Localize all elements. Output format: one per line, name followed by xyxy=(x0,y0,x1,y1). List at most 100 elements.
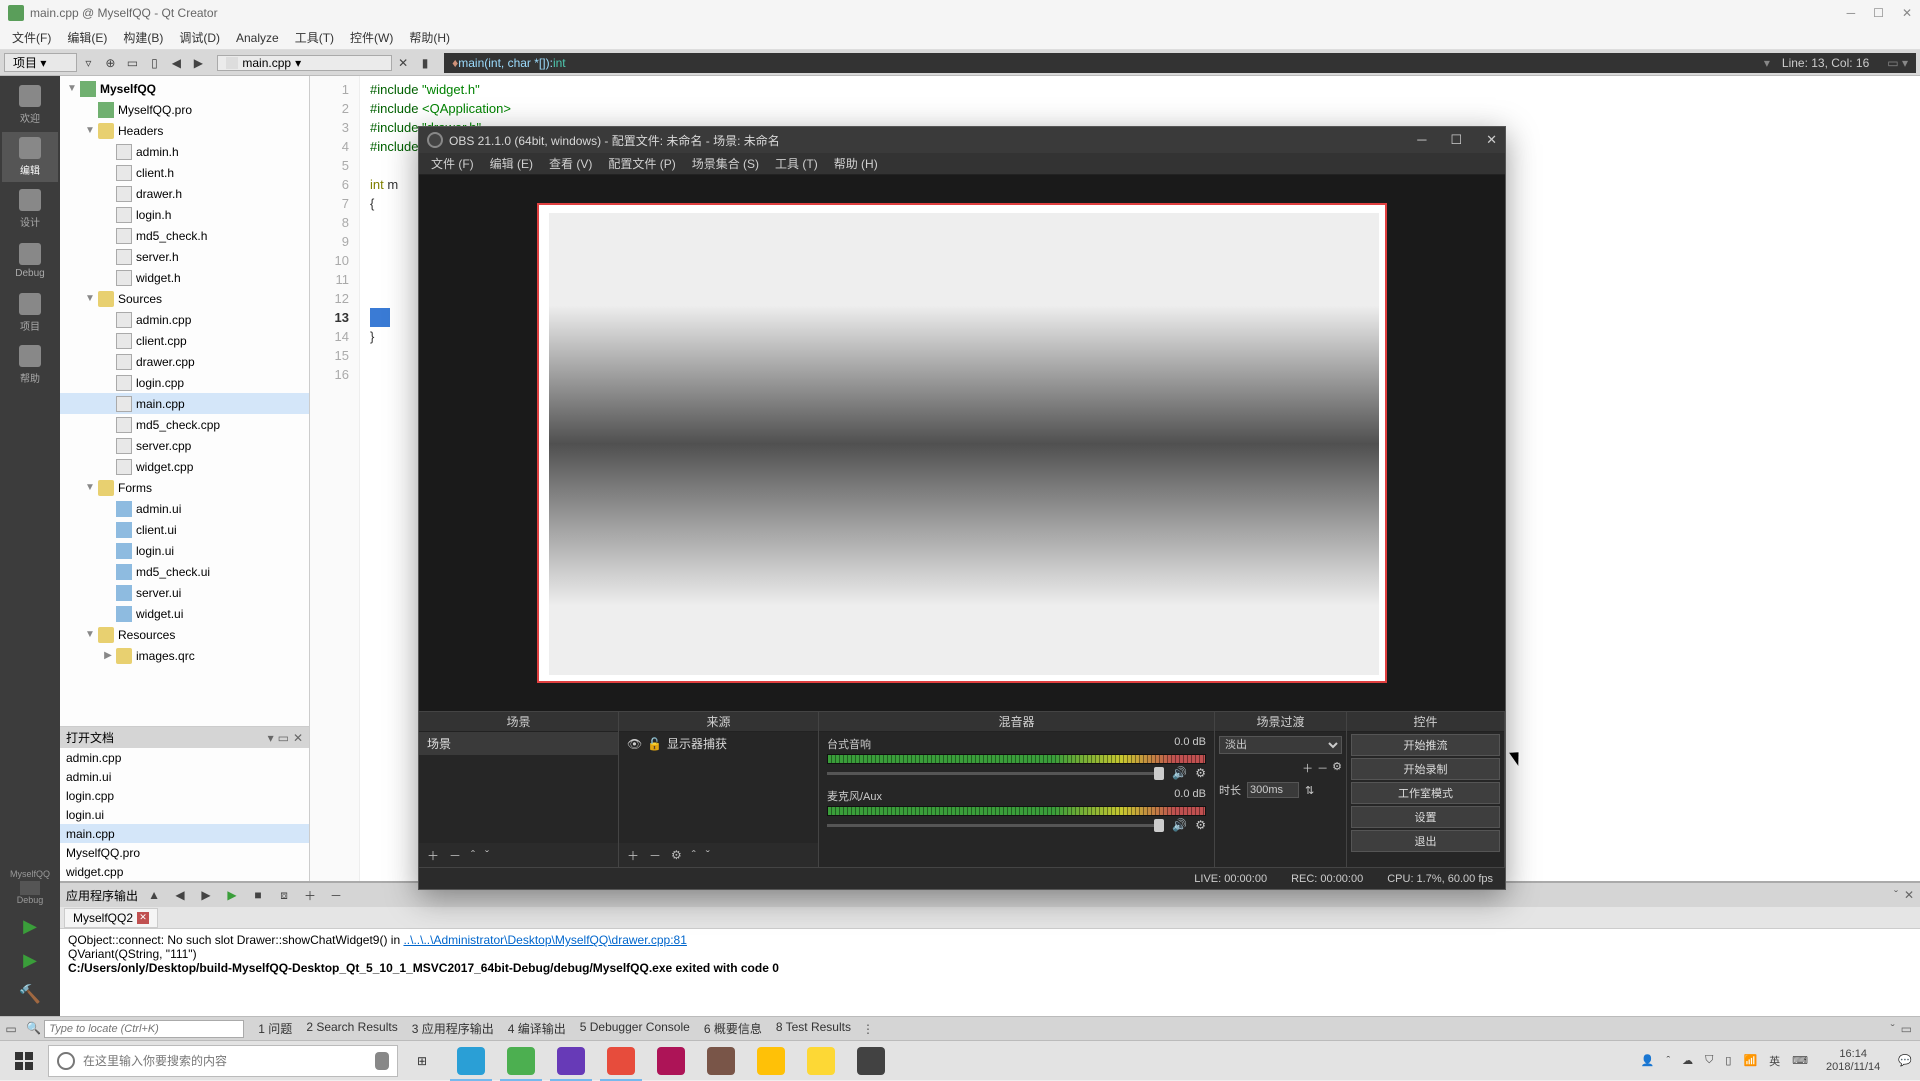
open-doc-item[interactable]: MyselfQQ.pro xyxy=(60,843,309,862)
split-icon[interactable]: ▭ xyxy=(278,731,289,745)
add-icon[interactable]: ＋ xyxy=(627,847,639,864)
output-tab[interactable]: MyselfQQ2 ✕ xyxy=(64,908,158,928)
next-icon[interactable]: ▶ xyxy=(196,886,216,904)
close-status-icon[interactable]: ▭ xyxy=(1901,1022,1912,1036)
control-button[interactable]: 退出 xyxy=(1351,830,1500,852)
menu-item[interactable]: 帮助 (H) xyxy=(826,155,886,172)
open-doc-item[interactable]: admin.ui xyxy=(60,767,309,786)
minus-icon[interactable]: － xyxy=(326,886,346,904)
open-doc-item[interactable]: login.ui xyxy=(60,805,309,824)
tree-item[interactable]: ▼Sources xyxy=(60,288,309,309)
control-button[interactable]: 开始录制 xyxy=(1351,758,1500,780)
obs-preview[interactable] xyxy=(419,175,1505,711)
close-tab-icon[interactable]: ✕ xyxy=(137,912,149,924)
taskbar-app[interactable] xyxy=(646,1041,696,1081)
tree-item[interactable]: md5_check.cpp xyxy=(60,414,309,435)
build-target[interactable]: MyselfQQDebug xyxy=(2,866,58,906)
speaker-icon[interactable]: 🔊 xyxy=(1172,766,1187,780)
status-tab[interactable]: 6 概要信息 xyxy=(698,1020,768,1037)
taskbar-app[interactable] xyxy=(696,1041,746,1081)
attach-icon[interactable]: ⧈ xyxy=(274,886,294,904)
remove-icon[interactable]: － xyxy=(449,847,461,864)
tree-item[interactable]: widget.ui xyxy=(60,603,309,624)
eye-icon[interactable]: 👁 xyxy=(627,737,641,751)
control-button[interactable]: 工作室模式 xyxy=(1351,782,1500,804)
speaker-icon[interactable]: 🔊 xyxy=(1172,818,1187,832)
tree-item[interactable]: MyselfQQ.pro xyxy=(60,99,309,120)
file-selector[interactable]: main.cpp ▾ xyxy=(217,55,392,71)
down-icon[interactable]: ˇ xyxy=(706,848,710,862)
maximize-button[interactable]: ☐ xyxy=(1873,6,1884,20)
preview-canvas[interactable] xyxy=(537,203,1387,683)
lock-icon[interactable]: 🔓 xyxy=(647,737,661,751)
tray-ime[interactable]: 英 xyxy=(1769,1053,1780,1069)
filter-icon[interactable]: ▿ xyxy=(77,53,99,73)
mode-项目[interactable]: 项目 xyxy=(2,288,58,338)
duration-input[interactable] xyxy=(1247,782,1299,798)
open-doc-item[interactable]: widget.cpp xyxy=(60,862,309,881)
menu-item[interactable]: 编辑 (E) xyxy=(482,155,541,172)
tray-people-icon[interactable]: 👤 xyxy=(1641,1054,1655,1067)
taskbar-clock[interactable]: 16:14 2018/11/14 xyxy=(1820,1048,1886,1074)
volume-slider[interactable] xyxy=(1154,767,1164,780)
mode-Debug[interactable]: Debug xyxy=(2,236,58,286)
menu-item[interactable]: 帮助(H) xyxy=(401,29,458,46)
menu-item[interactable]: Analyze xyxy=(228,31,287,45)
status-tab[interactable]: 1 问题 xyxy=(252,1020,298,1037)
gear-icon[interactable]: ⚙ xyxy=(671,848,682,862)
status-tab[interactable]: 5 Debugger Console xyxy=(574,1020,696,1037)
up-icon[interactable]: ˆ xyxy=(471,848,475,862)
gear-icon[interactable]: ⚙ xyxy=(1195,766,1206,780)
tree-item[interactable]: md5_check.ui xyxy=(60,561,309,582)
tray-wifi-icon[interactable]: 📶 xyxy=(1743,1054,1757,1067)
close-button[interactable]: ✕ xyxy=(1902,6,1912,20)
tree-item[interactable]: client.ui xyxy=(60,519,309,540)
tree-item[interactable]: client.h xyxy=(60,162,309,183)
symbol-selector[interactable]: ♦ main(int, char *[]): int ▾ Line: 13, C… xyxy=(444,53,1916,73)
open-doc-item[interactable]: login.cpp xyxy=(60,786,309,805)
tray-battery-icon[interactable]: ▯ xyxy=(1725,1054,1731,1067)
status-tab[interactable]: 3 应用程序输出 xyxy=(406,1020,500,1037)
sidebar-toggle-icon[interactable]: ▭ xyxy=(2,1020,20,1038)
tree-item[interactable]: drawer.cpp xyxy=(60,351,309,372)
bookmark-icon[interactable]: ▮ xyxy=(414,53,436,73)
start-button[interactable] xyxy=(0,1041,48,1081)
tree-item[interactable]: server.h xyxy=(60,246,309,267)
tree-item[interactable]: client.cpp xyxy=(60,330,309,351)
tray-shield-icon[interactable]: ⛉ xyxy=(1705,1054,1713,1067)
tree-item[interactable]: server.ui xyxy=(60,582,309,603)
tray-cloud-icon[interactable]: ☁ xyxy=(1682,1054,1693,1067)
collapse-icon[interactable]: ˇ xyxy=(1894,888,1898,902)
volume-slider[interactable] xyxy=(1154,819,1164,832)
minimize-button[interactable]: ─ xyxy=(1847,6,1856,20)
tree-item[interactable]: admin.h xyxy=(60,141,309,162)
taskbar-search[interactable]: 在这里输入你要搜索的内容 xyxy=(48,1045,398,1077)
taskbar-app[interactable] xyxy=(496,1041,546,1081)
tree-item[interactable]: server.cpp xyxy=(60,435,309,456)
remove-icon[interactable]: － xyxy=(1317,760,1328,776)
taskbar-app[interactable] xyxy=(746,1041,796,1081)
project-tree[interactable]: ▼MyselfQQMyselfQQ.pro▼Headersadmin.hclie… xyxy=(60,76,309,726)
tray-notifications-icon[interactable]: 💬 xyxy=(1898,1054,1912,1067)
output-body[interactable]: QObject::connect: No such slot Drawer::s… xyxy=(60,929,1920,1016)
project-selector[interactable]: 项目 ▾ xyxy=(4,53,77,72)
menu-item[interactable]: 编辑(E) xyxy=(59,29,115,46)
status-tab[interactable]: 8 Test Results xyxy=(770,1020,857,1037)
menu-item[interactable]: 文件(F) xyxy=(4,29,59,46)
source-item[interactable]: 👁 🔓 显示器捕获 xyxy=(619,732,818,755)
scene-item[interactable]: 场景 xyxy=(419,732,618,755)
add-icon[interactable]: ＋ xyxy=(427,847,439,864)
taskbar-app[interactable] xyxy=(596,1041,646,1081)
gear-icon[interactable]: ⚙ xyxy=(1332,760,1342,776)
menu-item[interactable]: 工具(T) xyxy=(287,29,342,46)
menu-item[interactable]: 控件(W) xyxy=(342,29,401,46)
build-button[interactable]: 🔨 xyxy=(16,980,44,1008)
open-doc-item[interactable]: admin.cpp xyxy=(60,748,309,767)
locator-input[interactable] xyxy=(44,1020,244,1038)
menu-item[interactable]: 工具 (T) xyxy=(767,155,826,172)
mic-icon[interactable] xyxy=(375,1052,389,1070)
debug-button[interactable]: ▶ xyxy=(16,946,44,974)
menu-item[interactable]: 构建(B) xyxy=(115,29,171,46)
remove-icon[interactable]: － xyxy=(649,847,661,864)
run-button[interactable]: ▶ xyxy=(16,912,44,940)
